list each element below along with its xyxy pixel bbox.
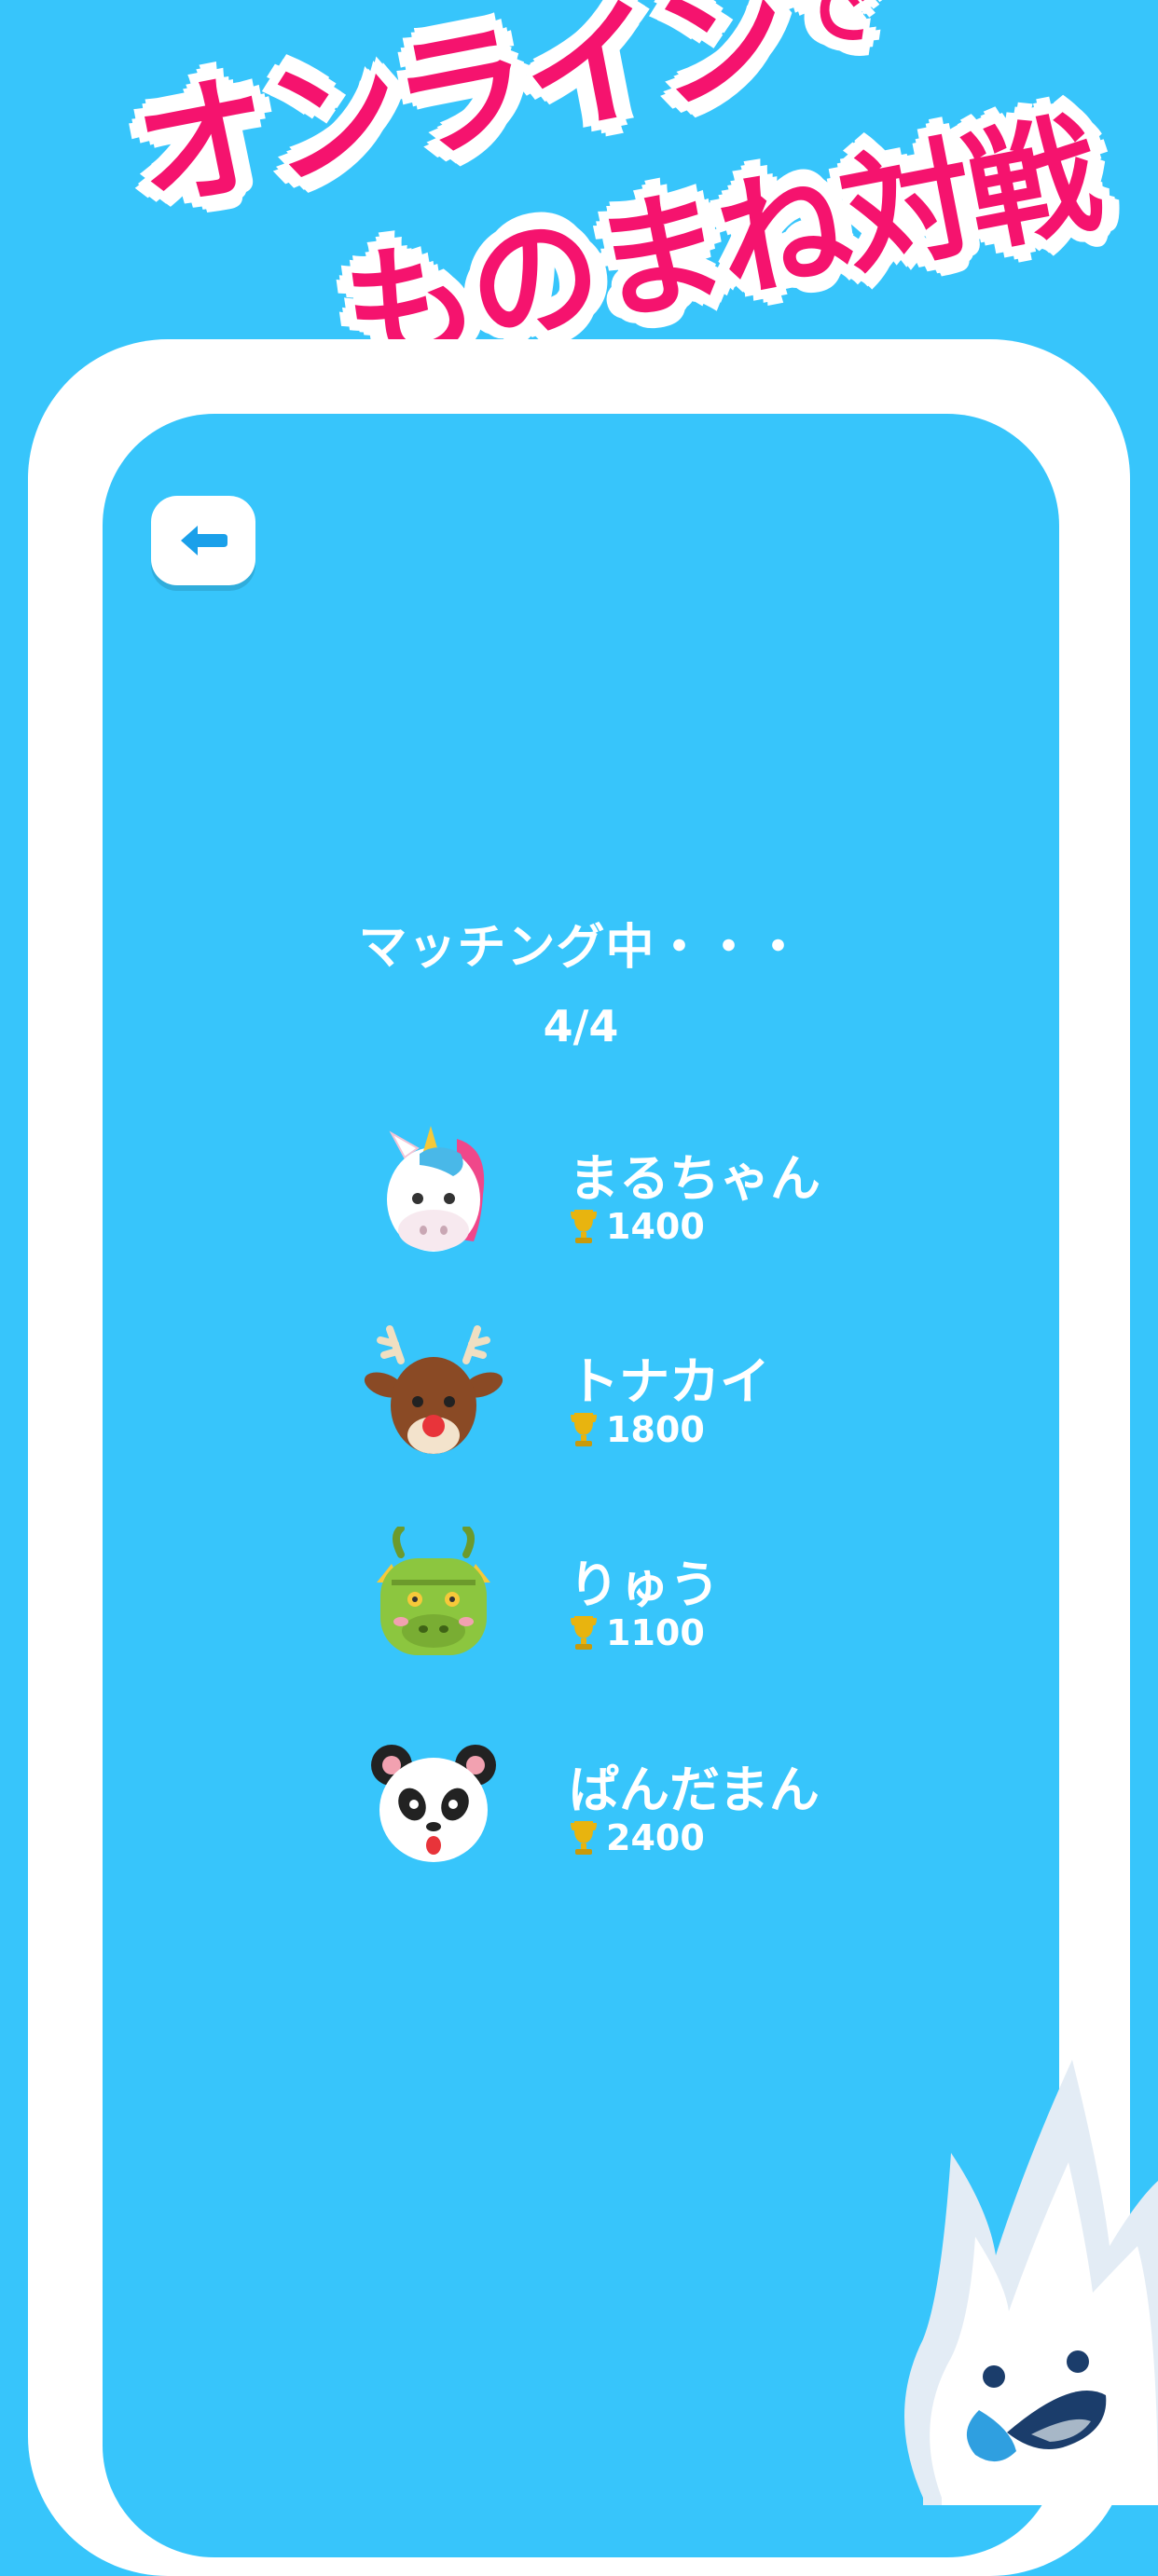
dragon-avatar xyxy=(377,1527,490,1655)
panda-avatar xyxy=(371,1745,496,1862)
player-score: 2400 xyxy=(569,1817,705,1858)
player-score-value: 1400 xyxy=(606,1206,705,1247)
player-row: まるちゃん 1400 xyxy=(364,1120,1016,1279)
headline-de-text: で xyxy=(779,0,884,68)
player-name: トナカイ xyxy=(569,1352,770,1411)
player-name: りゅう xyxy=(569,1555,720,1614)
trophy-icon xyxy=(571,1210,597,1243)
trophy-icon xyxy=(571,1616,597,1650)
back-button[interactable] xyxy=(151,496,255,585)
player-row: トナカイ 1800 xyxy=(364,1323,1016,1482)
player-score: 1800 xyxy=(569,1409,705,1450)
trophy-icon xyxy=(571,1821,597,1855)
arrow-left-icon xyxy=(181,526,227,555)
trophy-icon xyxy=(571,1413,597,1446)
reindeer-avatar xyxy=(364,1325,503,1454)
player-score-value: 1800 xyxy=(606,1409,705,1450)
player-name: まるちゃん xyxy=(569,1149,820,1208)
player-score-value: 1100 xyxy=(606,1612,705,1653)
unicorn-avatar xyxy=(387,1126,485,1252)
player-count: 4/4 xyxy=(543,1001,619,1051)
player-score-value: 2400 xyxy=(606,1817,705,1858)
matching-status-title: マッチング中・・・ xyxy=(358,920,804,976)
flame-mascot-illustration xyxy=(904,2060,1158,2505)
player-row: りゅう 1100 xyxy=(364,1527,1016,1685)
player-name: ぱんだまん xyxy=(569,1761,820,1819)
player-score: 1100 xyxy=(569,1612,705,1653)
promo-headline: オンラインで ものまね対戦 xyxy=(0,0,1158,392)
player-row: ぱんだまん 2400 xyxy=(364,1732,1016,1890)
player-score: 1400 xyxy=(569,1206,705,1247)
